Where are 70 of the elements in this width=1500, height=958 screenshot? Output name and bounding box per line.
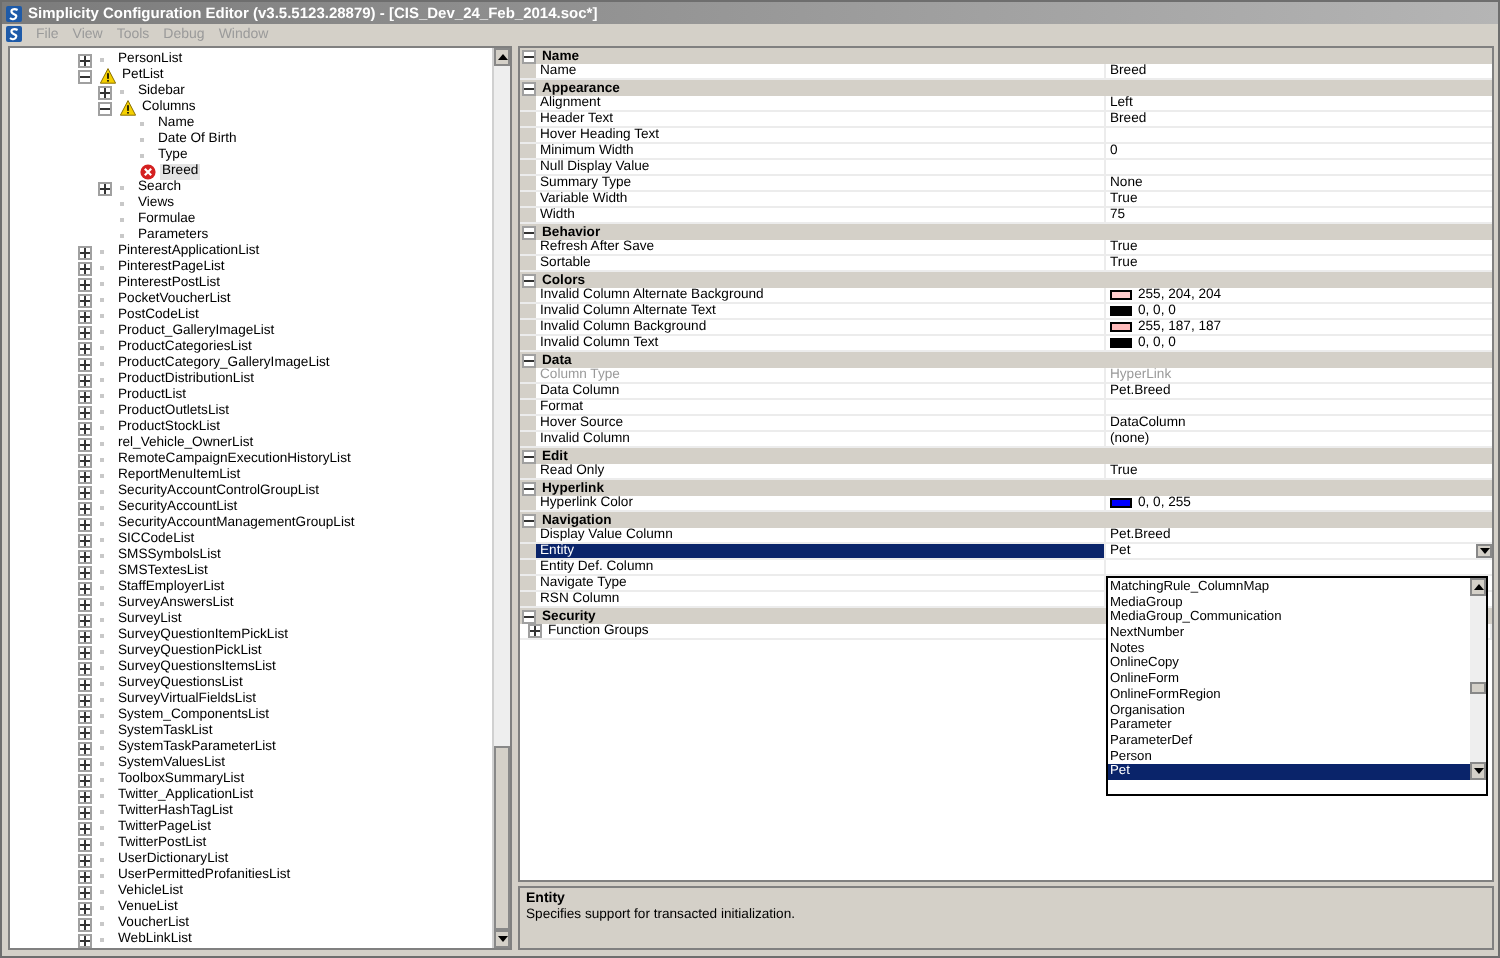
expand-toggle[interactable] (78, 773, 92, 787)
expand-toggle[interactable] (78, 645, 92, 659)
expand-toggle[interactable] (78, 309, 92, 323)
expand-toggle[interactable] (78, 677, 92, 691)
expand-toggle[interactable] (78, 821, 92, 835)
collapse-toggle[interactable] (522, 49, 536, 63)
expand-toggle[interactable] (78, 549, 92, 563)
expand-toggle[interactable] (78, 277, 92, 291)
expand-toggle[interactable] (78, 709, 92, 723)
expand-toggle[interactable] (78, 53, 92, 67)
collapse-toggle[interactable] (522, 225, 536, 239)
expand-toggle[interactable] (78, 373, 92, 387)
collapse-toggle[interactable] (522, 273, 536, 287)
expand-toggle[interactable] (78, 917, 92, 931)
expand-toggle[interactable] (78, 901, 92, 915)
expand-toggle[interactable] (78, 357, 92, 371)
expand-toggle[interactable] (78, 517, 92, 531)
expand-toggle[interactable] (78, 837, 92, 851)
expand-toggle[interactable] (78, 325, 92, 339)
expand-toggle[interactable] (78, 261, 92, 275)
collapse-toggle[interactable] (522, 449, 536, 463)
expand-toggle[interactable] (78, 661, 92, 675)
scroll-down-icon[interactable] (1473, 768, 1483, 774)
expand-toggle[interactable] (78, 741, 92, 755)
expand-toggle[interactable] (78, 245, 92, 259)
scroll-down-icon[interactable] (1479, 548, 1489, 554)
expand-toggle[interactable] (78, 789, 92, 803)
scroll-thumb[interactable] (494, 746, 510, 930)
collapse-toggle[interactable] (522, 513, 536, 527)
expand-toggle[interactable] (78, 421, 92, 435)
expand-toggle[interactable] (78, 629, 92, 643)
collapse-toggle[interactable] (522, 609, 536, 623)
collapse-toggle[interactable] (98, 101, 112, 115)
expand-toggle[interactable] (78, 405, 92, 419)
expand-toggle[interactable] (78, 501, 92, 515)
app-logo-icon (6, 5, 22, 21)
expand-toggle[interactable] (98, 85, 112, 99)
expand-toggle[interactable] (78, 341, 92, 355)
scrollbar[interactable] (1470, 578, 1486, 780)
expand-toggle[interactable] (78, 485, 92, 499)
expand-toggle[interactable] (78, 565, 92, 579)
expand-toggle[interactable] (78, 885, 92, 899)
expand-toggle[interactable] (78, 805, 92, 819)
expand-toggle[interactable] (78, 293, 92, 307)
scroll-thumb[interactable] (1470, 682, 1486, 694)
expand-toggle[interactable] (98, 181, 112, 195)
expand-toggle[interactable] (78, 597, 92, 611)
expand-toggle[interactable] (78, 853, 92, 867)
expand-toggle[interactable] (78, 613, 92, 627)
expand-toggle[interactable] (78, 581, 92, 595)
collapse-toggle[interactable] (522, 353, 536, 367)
dropdown-button[interactable] (1476, 544, 1492, 558)
expand-toggle[interactable] (78, 453, 92, 467)
collapse-toggle[interactable] (78, 69, 92, 83)
expand-toggle[interactable] (78, 725, 92, 739)
collapse-toggle[interactable] (522, 81, 536, 95)
expand-toggle[interactable] (78, 437, 92, 451)
expand-toggle[interactable] (528, 624, 542, 638)
expand-toggle[interactable] (78, 693, 92, 707)
scroll-up-icon[interactable] (497, 54, 507, 60)
expand-toggle[interactable] (78, 533, 92, 547)
app-logo-icon (6, 26, 22, 42)
expand-toggle[interactable] (78, 469, 92, 483)
expand-toggle[interactable] (78, 389, 92, 403)
expand-toggle[interactable] (78, 757, 92, 771)
expand-toggle[interactable] (78, 869, 92, 883)
scrollbar[interactable] (492, 48, 510, 948)
scroll-down-icon[interactable] (497, 936, 507, 942)
collapse-toggle[interactable] (522, 481, 536, 495)
expand-toggle[interactable] (78, 933, 92, 947)
